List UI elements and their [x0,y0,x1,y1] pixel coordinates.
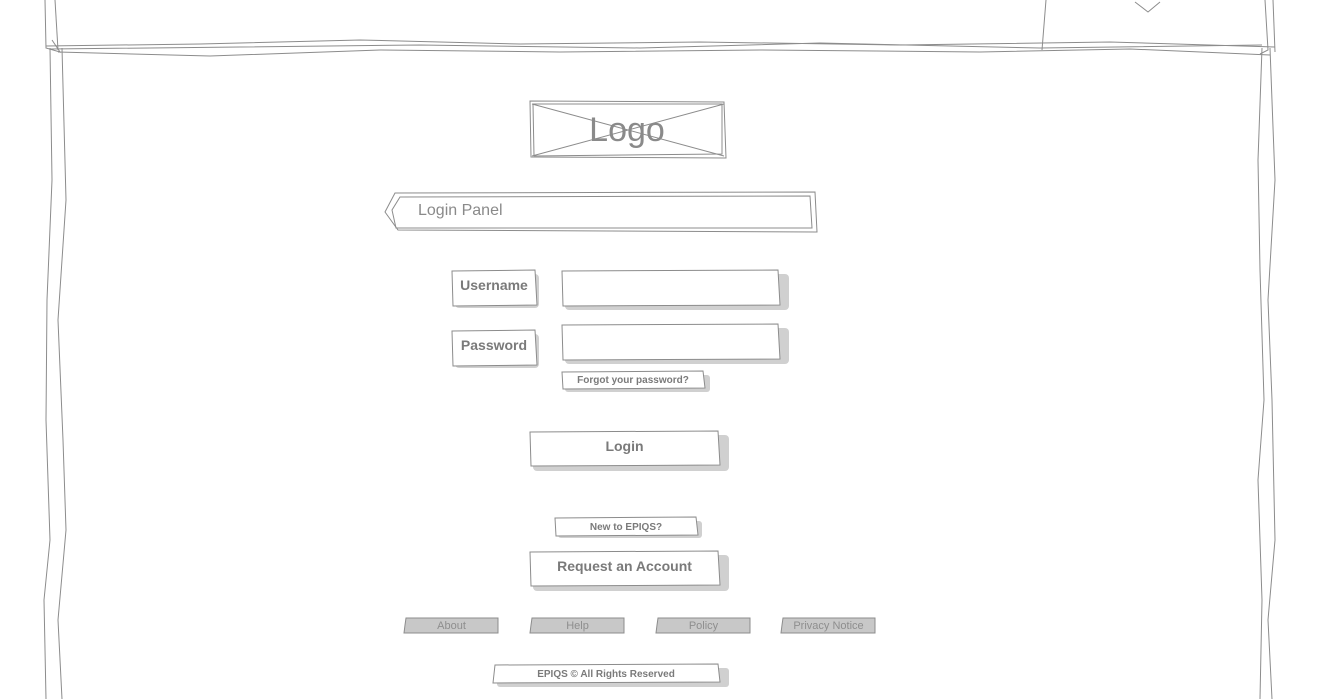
request-account-button[interactable]: Request an Account [531,552,718,579]
username-input[interactable] [564,272,778,304]
panel-title: Login Panel [418,202,503,219]
password-input[interactable] [564,326,778,358]
copyright: EPIQS © All Rights Reserved [537,668,675,680]
password-label: Password [460,336,528,353]
login-button[interactable]: Login [531,432,718,459]
logo: Logo [589,110,665,149]
username-label: Username [460,276,528,293]
footer-link-privacy-notice[interactable]: Privacy Notice [782,618,875,633]
chevron-down-icon[interactable] [1134,0,1162,14]
footer-link-about[interactable]: About [405,618,498,633]
new-user-prompt[interactable]: New to EPIQS? [556,518,696,536]
footer-link-help[interactable]: Help [531,618,624,633]
forgot-password-button[interactable]: Forgot your password? [563,372,703,389]
footer-link-policy[interactable]: Policy [657,618,750,633]
